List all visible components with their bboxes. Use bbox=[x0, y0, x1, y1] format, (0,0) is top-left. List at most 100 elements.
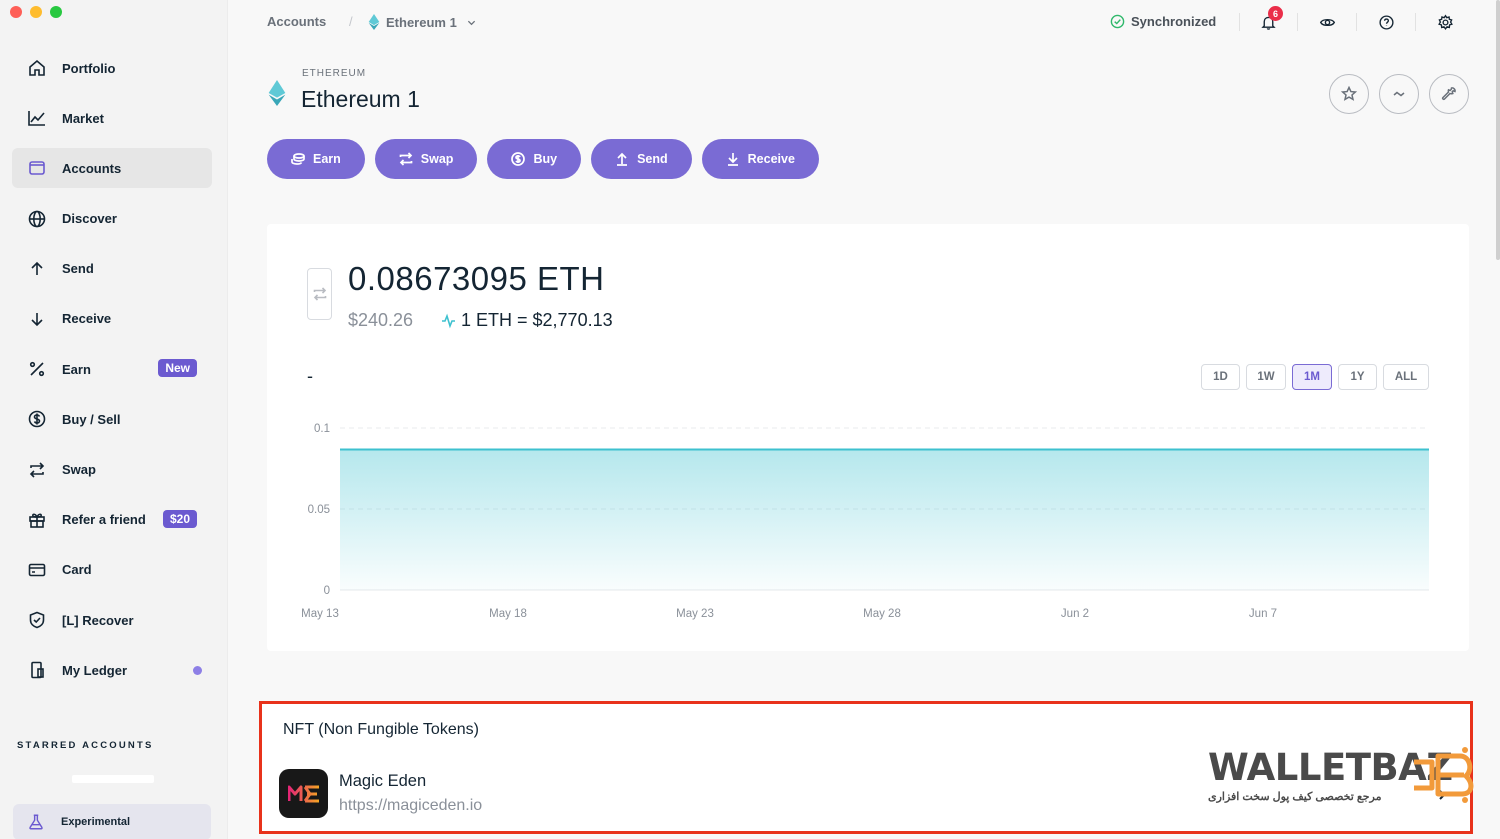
sidebar-item-portfolio[interactable]: Portfolio bbox=[12, 48, 212, 88]
watermark-logo-icon bbox=[1414, 747, 1474, 803]
sidebar-item-card[interactable]: Card bbox=[12, 550, 212, 590]
exchange-rate: 1 ETH = $2,770.13 bbox=[441, 310, 613, 331]
nft-app-url[interactable]: https://magiceden.io bbox=[339, 797, 482, 815]
scrollbar[interactable] bbox=[1496, 0, 1500, 260]
range-1d-button[interactable]: 1D bbox=[1201, 364, 1240, 390]
sidebar-item-swap[interactable]: Swap bbox=[12, 450, 212, 490]
breadcrumb-accounts[interactable]: Accounts bbox=[267, 14, 326, 29]
sidebar-item-market[interactable]: Market bbox=[12, 98, 212, 138]
range-all-button[interactable]: ALL bbox=[1383, 364, 1429, 390]
sidebar-item-receive[interactable]: Receive bbox=[12, 299, 212, 339]
arrow-down-icon bbox=[26, 308, 48, 330]
sidebar-item-label: Swap bbox=[62, 462, 96, 477]
sidebar-item-refer[interactable]: Refer a friend $20 bbox=[12, 500, 212, 540]
sidebar-item-label: My Ledger bbox=[62, 662, 128, 678]
balance-chart[interactable]: 0.1 0.05 0 May 13 May 18 May 23 May 28 Jun 2 Jun… bbox=[267, 404, 1469, 634]
coins-icon bbox=[291, 153, 305, 165]
star-account-button[interactable] bbox=[1329, 74, 1369, 114]
starred-accounts-placeholder bbox=[72, 775, 154, 783]
sidebar-item-label: Earn bbox=[62, 361, 91, 377]
sidebar: Portfolio Market Accounts Discover Send … bbox=[0, 0, 228, 839]
flask-icon bbox=[29, 814, 43, 830]
device-icon bbox=[26, 659, 48, 681]
range-1m-button[interactable]: 1M bbox=[1292, 364, 1332, 390]
send-button-label: Send bbox=[637, 152, 668, 166]
sidebar-item-accounts[interactable]: Accounts bbox=[12, 148, 212, 189]
exchange-rate-label: 1 ETH = $2,770.13 bbox=[461, 310, 613, 330]
maximize-window-button[interactable] bbox=[50, 6, 62, 18]
sidebar-item-recover[interactable]: [L] Recover bbox=[12, 600, 212, 640]
shield-icon bbox=[26, 609, 48, 631]
earn-button[interactable]: Earn bbox=[267, 139, 365, 179]
receive-button[interactable]: Receive bbox=[701, 139, 819, 179]
wallet-icon bbox=[26, 157, 48, 179]
x-tick-label: Jun 2 bbox=[1061, 608, 1089, 620]
balance-card: 0.08673095 ETH $240.26 1 ETH = $2,770.13… bbox=[267, 224, 1469, 651]
account-chart-button[interactable] bbox=[1379, 74, 1419, 114]
sidebar-item-earn[interactable]: Earn New bbox=[12, 349, 212, 389]
gift-icon bbox=[26, 509, 48, 531]
range-1w-button[interactable]: 1W bbox=[1246, 364, 1286, 390]
check-circle-icon bbox=[1110, 14, 1125, 29]
receive-button-label: Receive bbox=[747, 152, 795, 166]
toggle-visibility-button[interactable] bbox=[1317, 12, 1337, 32]
topbar: Accounts / Ethereum 1 Synchronized 6 bbox=[228, 0, 1500, 44]
pulse-icon bbox=[442, 313, 455, 328]
ethereum-icon bbox=[368, 14, 380, 30]
sync-status[interactable]: Synchronized bbox=[1110, 14, 1216, 29]
swap-button-label: Swap bbox=[420, 152, 454, 166]
notifications-button[interactable]: 6 bbox=[1258, 6, 1283, 32]
sidebar-item-buy-sell[interactable]: Buy / Sell bbox=[12, 399, 212, 439]
window-controls bbox=[10, 6, 62, 18]
sidebar-item-discover[interactable]: Discover bbox=[12, 199, 212, 239]
swap-icon bbox=[26, 459, 48, 481]
buy-button-label: Buy bbox=[533, 152, 558, 166]
sidebar-item-label: Send bbox=[62, 261, 94, 277]
nft-section-title: NFT (Non Fungible Tokens) bbox=[283, 721, 479, 738]
buy-button[interactable]: Buy bbox=[487, 139, 582, 179]
fiat-balance: $240.26 bbox=[348, 310, 414, 330]
help-button[interactable] bbox=[1376, 12, 1396, 32]
edit-account-button[interactable] bbox=[1429, 74, 1469, 114]
arrow-down-icon bbox=[727, 153, 738, 166]
sidebar-item-my-ledger[interactable]: My Ledger bbox=[12, 650, 212, 690]
globe-icon bbox=[26, 208, 48, 230]
send-button[interactable]: Send bbox=[591, 139, 692, 179]
balance-delta: - bbox=[307, 366, 313, 386]
swap-button[interactable]: Swap bbox=[374, 139, 478, 179]
update-dot bbox=[193, 666, 202, 676]
sidebar-item-label: Discover bbox=[62, 211, 117, 227]
arrow-up-icon bbox=[26, 258, 48, 280]
magic-eden-logo bbox=[279, 769, 328, 818]
range-1y-button[interactable]: 1Y bbox=[1338, 364, 1377, 390]
swap-icon bbox=[313, 287, 326, 301]
earn-button-label: Earn bbox=[313, 152, 341, 166]
minimize-window-button[interactable] bbox=[30, 6, 42, 18]
sidebar-item-label: Portfolio bbox=[62, 60, 116, 76]
settings-button[interactable] bbox=[1435, 12, 1455, 32]
range-selector: 1D 1W 1M 1Y ALL bbox=[1201, 364, 1429, 390]
x-tick-label: Jun 7 bbox=[1249, 608, 1277, 620]
ethereum-logo-icon bbox=[268, 80, 286, 106]
account-actions: Earn Swap Buy Send Receive bbox=[267, 139, 819, 179]
sidebar-item-send[interactable]: Send bbox=[12, 249, 212, 289]
x-tick-label: May 23 bbox=[676, 608, 714, 620]
star-icon bbox=[1341, 86, 1357, 101]
account-title: Ethereum 1 bbox=[301, 86, 420, 112]
sync-label: Synchronized bbox=[1131, 14, 1217, 29]
y-tick-label: 0.1 bbox=[314, 423, 330, 435]
close-window-button[interactable] bbox=[10, 6, 22, 18]
sidebar-item-label: Refer a friend bbox=[62, 512, 146, 528]
sidebar-item-label: Accounts bbox=[62, 160, 122, 176]
eye-icon bbox=[1319, 18, 1335, 26]
nft-app-name[interactable]: Magic Eden bbox=[339, 772, 426, 791]
chevron-down-icon bbox=[467, 20, 475, 25]
swap-currency-toggle[interactable] bbox=[307, 268, 332, 320]
breadcrumb-account-dropdown[interactable]: Ethereum 1 bbox=[368, 14, 476, 30]
wrench-icon bbox=[1441, 87, 1456, 101]
experimental-button[interactable]: Experimental bbox=[13, 804, 211, 839]
divider bbox=[1356, 13, 1357, 31]
magic-eden-icon bbox=[287, 785, 319, 802]
dollar-circle-icon bbox=[511, 152, 526, 166]
account-currency-label: ETHEREUM bbox=[302, 68, 367, 79]
